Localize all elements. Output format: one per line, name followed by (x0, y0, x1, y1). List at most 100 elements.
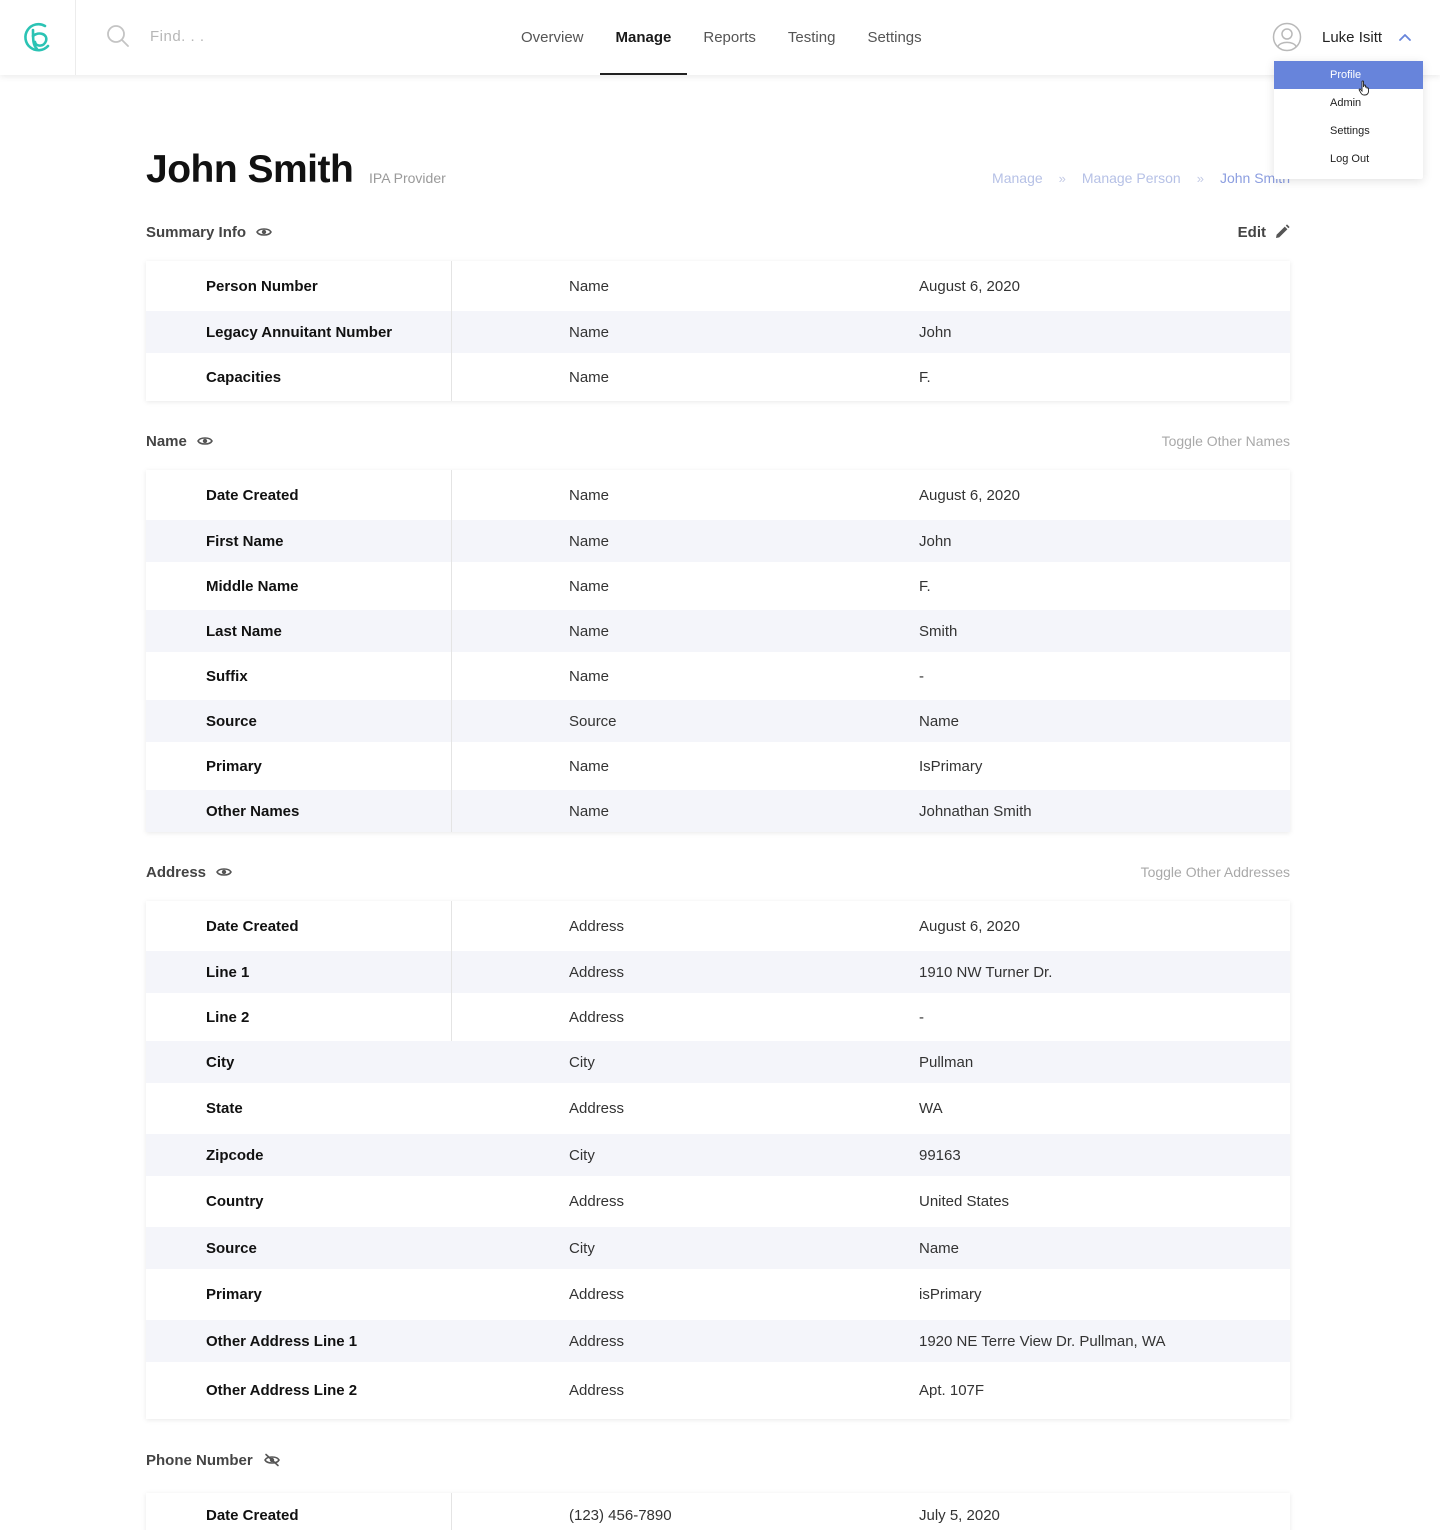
main-nav: Overview Manage Reports Testing Settings (505, 0, 938, 75)
row-value: F. (919, 368, 931, 386)
row-label: Other Names (146, 790, 452, 832)
row-value: John (919, 323, 952, 341)
row-type: Name (569, 532, 610, 550)
app-logo-icon (23, 22, 49, 51)
row-label: Capacities (146, 353, 452, 401)
row-label: Line 2 (146, 993, 452, 1041)
table-row: Date Created (123) 456-7890 July 5, 2020 (146, 1493, 1290, 1530)
eye-icon[interactable] (216, 866, 232, 878)
row-type: City (569, 1146, 595, 1164)
toggle-other-names-link[interactable]: Toggle Other Names (1162, 433, 1290, 449)
row-value: Name (919, 1239, 960, 1257)
phone-section-header: Phone Number (146, 1450, 1290, 1470)
row-value: WA (919, 1100, 943, 1117)
table-row: State Address WA (146, 1083, 1290, 1134)
toggle-other-addresses-link[interactable]: Toggle Other Addresses (1141, 864, 1290, 880)
row-type: (123) 456-7890 (569, 1506, 672, 1524)
table-row: Date Created Name August 6, 2020 (146, 470, 1290, 520)
summary-table: Person Number Name August 6, 2020 Legacy… (146, 261, 1290, 401)
table-row: Last Name Name Smith (146, 610, 1290, 652)
row-label: Other Address Line 1 (206, 1332, 358, 1350)
name-section-header: Name Toggle Other Names (146, 431, 1290, 451)
section-title: Name (146, 432, 187, 450)
breadcrumb: Manage » Manage Person » John Smith (992, 170, 1290, 186)
table-row: Zipcode City 99163 (146, 1134, 1290, 1176)
table-row: Suffix Name - (146, 652, 1290, 700)
row-type: Name (569, 277, 610, 295)
logo[interactable] (0, 0, 76, 75)
row-label: Zipcode (206, 1146, 264, 1164)
table-row: Date Created Address August 6, 2020 (146, 901, 1290, 951)
row-label: Legacy Annuitant Number (146, 311, 452, 353)
menu-item-settings[interactable]: Settings (1274, 117, 1423, 145)
eye-icon[interactable] (196, 435, 213, 447)
search-input[interactable]: Find. . . (150, 28, 205, 45)
row-value: John (919, 532, 952, 550)
row-value: F. (919, 577, 931, 595)
nav-settings[interactable]: Settings (851, 0, 937, 75)
edit-button[interactable]: Edit (1238, 224, 1290, 241)
row-label: Date Created (146, 470, 452, 520)
table-row: Legacy Annuitant Number Name John (146, 311, 1290, 353)
row-value: July 5, 2020 (919, 1506, 1000, 1524)
table-row: Line 2 Address - (146, 993, 1290, 1041)
row-type: Address (569, 1332, 625, 1350)
section-title: Summary Info (146, 223, 247, 241)
row-type: Address (569, 963, 625, 981)
section-title: Phone Number (146, 1451, 253, 1469)
menu-item-log-out[interactable]: Log Out (1274, 145, 1423, 173)
edit-label: Edit (1237, 223, 1266, 241)
row-value: - (919, 667, 924, 685)
nav-overview[interactable]: Overview (505, 0, 600, 75)
row-type: City (569, 1239, 595, 1257)
table-row: First Name Name John (146, 520, 1290, 562)
breadcrumb-manage[interactable]: Manage (992, 170, 1043, 186)
pencil-icon (1276, 224, 1290, 238)
row-label: State (206, 1100, 243, 1117)
row-label: Source (206, 1239, 257, 1257)
row-type: Address (569, 1100, 625, 1117)
table-row: Source Source Name (146, 700, 1290, 742)
top-bar: Find. . . Overview Manage Reports Testin… (0, 0, 1440, 75)
nav-testing[interactable]: Testing (772, 0, 852, 75)
row-value: 1910 NW Turner Dr. (919, 963, 1053, 981)
row-label: First Name (146, 520, 452, 562)
eye-off-icon[interactable] (263, 1453, 281, 1467)
row-type: Address (569, 1193, 625, 1210)
address-section-header: Address Toggle Other Addresses (146, 862, 1290, 882)
search-icon (107, 25, 129, 47)
phone-table: Date Created (123) 456-7890 July 5, 2020 (146, 1493, 1290, 1530)
table-row: Country Address United States (146, 1176, 1290, 1227)
row-type: Name (569, 323, 610, 341)
row-value: August 6, 2020 (919, 277, 1020, 295)
menu-item-admin[interactable]: Admin (1274, 89, 1423, 117)
row-label: City (206, 1053, 235, 1071)
table-row: Other Names Name Johnathan Smith (146, 790, 1290, 832)
row-type: Name (569, 802, 610, 820)
eye-icon[interactable] (256, 226, 272, 238)
nav-manage[interactable]: Manage (599, 0, 688, 75)
table-row: Middle Name Name F. (146, 562, 1290, 610)
row-label: Date Created (146, 901, 452, 951)
name-table: Date Created Name August 6, 2020 First N… (146, 470, 1290, 832)
row-label: Date Created (146, 1493, 452, 1530)
row-value: August 6, 2020 (919, 486, 1020, 504)
breadcrumb-manage-person[interactable]: Manage Person (1082, 170, 1181, 186)
row-label: Last Name (146, 610, 452, 652)
row-type: Source (569, 712, 617, 730)
row-type: Name (569, 757, 610, 775)
nav-reports[interactable]: Reports (687, 0, 772, 75)
row-value: 1920 NE Terre View Dr. Pullman, WA (919, 1332, 1166, 1350)
menu-item-profile[interactable]: Profile (1274, 61, 1423, 89)
breadcrumb-separator: » (1196, 170, 1204, 186)
row-label: Middle Name (146, 562, 452, 610)
table-row: Primary Address isPrimary (146, 1269, 1290, 1320)
search-box[interactable]: Find. . . (106, 24, 205, 48)
row-value: isPrimary (919, 1286, 982, 1303)
user-menu-toggle[interactable]: Luke Isitt (1272, 22, 1412, 52)
user-name: Luke Isitt (1322, 28, 1383, 46)
row-value: United States (919, 1193, 1010, 1210)
table-row: Line 1 Address 1910 NW Turner Dr. (146, 951, 1290, 993)
row-label: Primary (206, 1286, 262, 1303)
row-value: Apt. 107F (919, 1382, 985, 1399)
